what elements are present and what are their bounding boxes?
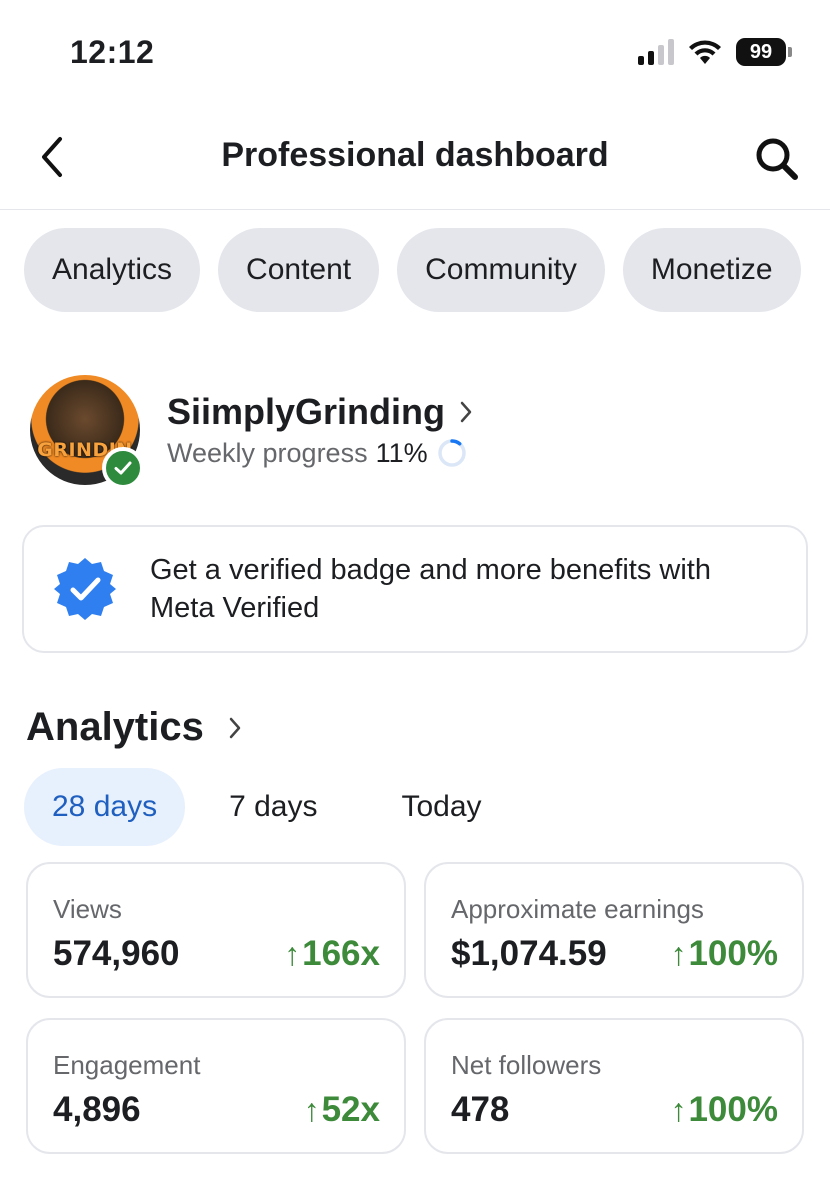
range-7-days[interactable]: 7 days	[201, 768, 345, 846]
arrow-up-icon: ↑	[284, 935, 301, 972]
metric-cards: Views 574,960 ↑ 166x Approximate earning…	[26, 862, 804, 1154]
metric-card-earnings[interactable]: Approximate earnings $1,074.59 ↑ 100%	[424, 862, 804, 998]
arrow-up-icon: ↑	[670, 935, 687, 972]
metric-change: ↑ 100%	[670, 1090, 778, 1130]
verified-check-icon	[102, 447, 144, 489]
metric-card-net-followers[interactable]: Net followers 478 ↑ 100%	[424, 1018, 804, 1154]
status-icons: 99	[638, 38, 792, 66]
metric-change-value: 52x	[321, 1090, 380, 1129]
header: Professional dashboard	[0, 110, 830, 210]
battery-icon: 99	[736, 38, 792, 66]
range-28-days[interactable]: 28 days	[24, 768, 186, 846]
meta-verified-banner[interactable]: Get a verified badge and more benefits w…	[22, 525, 808, 653]
metric-label: Engagement	[53, 1050, 201, 1080]
metric-change-value: 100%	[688, 1090, 778, 1129]
metric-change-value: 166x	[302, 934, 380, 973]
tab-community[interactable]: Community	[397, 228, 605, 312]
profile-summary: GRINDIN SiimplyGrinding Weekly progress …	[30, 375, 810, 490]
verified-badge-icon	[54, 558, 116, 620]
weekly-progress: Weekly progress 11%	[167, 437, 468, 469]
metric-label: Views	[53, 894, 122, 924]
metric-value: 574,960	[53, 934, 180, 973]
search-icon	[756, 138, 798, 180]
weekly-progress-value: 11%	[375, 437, 428, 468]
analytics-title: Analytics	[26, 705, 204, 749]
progress-ring-icon	[437, 439, 466, 467]
weekly-progress-label: Weekly progress	[167, 437, 368, 468]
metric-card-views[interactable]: Views 574,960 ↑ 166x	[26, 862, 406, 998]
battery-level: 99	[736, 38, 786, 66]
metric-change-value: 100%	[688, 934, 778, 973]
metric-label: Net followers	[451, 1050, 602, 1080]
chevron-right-icon	[460, 401, 472, 423]
metric-label: Approximate earnings	[451, 894, 704, 924]
page-title: Professional dashboard	[221, 136, 609, 174]
metric-value: $1,074.59	[451, 934, 607, 973]
tab-content[interactable]: Content	[218, 228, 380, 312]
metric-change: ↑ 52x	[304, 1090, 380, 1130]
metric-change: ↑ 166x	[284, 934, 380, 974]
arrow-up-icon: ↑	[303, 1091, 320, 1128]
profile-name-link[interactable]: SiimplyGrinding	[167, 391, 473, 433]
chevron-right-icon	[229, 717, 241, 738]
status-bar: 12:12 99	[0, 0, 830, 100]
tab-analytics[interactable]: Analytics	[24, 228, 201, 312]
date-range-selector: 28 days 7 days Today	[24, 768, 510, 846]
metric-value: 478	[451, 1090, 510, 1129]
metric-card-engagement[interactable]: Engagement 4,896 ↑ 52x	[26, 1018, 406, 1154]
metric-change: ↑ 100%	[670, 934, 778, 974]
profile-name: SiimplyGrinding	[167, 391, 446, 432]
wifi-icon	[689, 40, 721, 64]
search-button[interactable]	[750, 132, 804, 186]
meta-verified-text: Get a verified badge and more benefits w…	[150, 554, 711, 624]
dashboard-tabs: Analytics Content Community Monetize	[24, 228, 801, 312]
signal-icon	[638, 39, 674, 65]
tab-monetize[interactable]: Monetize	[622, 228, 801, 312]
range-today[interactable]: Today	[373, 768, 509, 846]
metric-value: 4,896	[53, 1090, 141, 1129]
status-time: 12:12	[70, 34, 155, 70]
arrow-up-icon: ↑	[670, 1091, 687, 1128]
analytics-section-link[interactable]: Analytics	[26, 705, 242, 750]
